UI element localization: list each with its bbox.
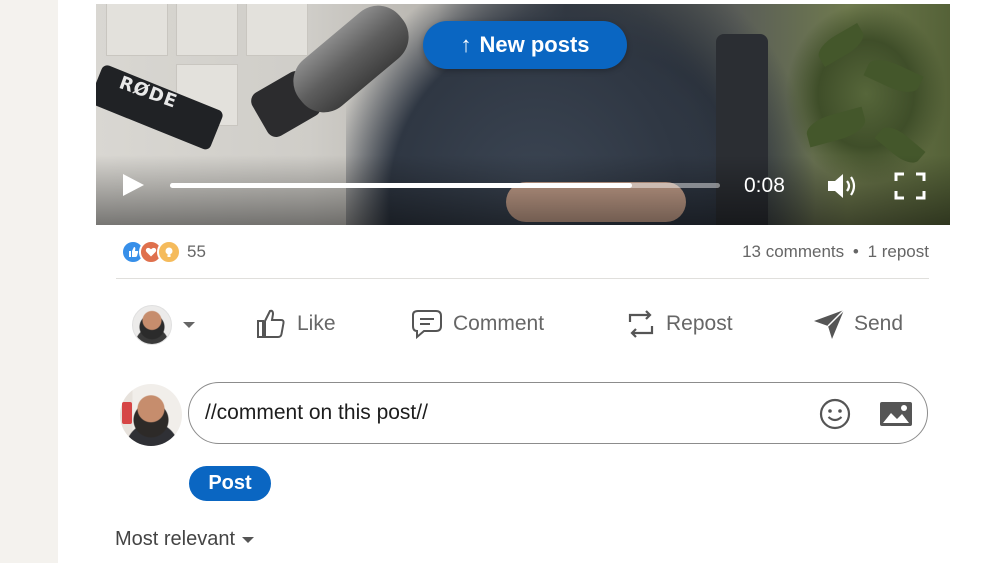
reactions-summary[interactable]: 55 — [121, 240, 206, 264]
sort-dropdown[interactable]: Most relevant — [115, 528, 255, 551]
caret-down-icon — [183, 322, 195, 328]
play-button[interactable] — [120, 172, 146, 198]
caret-down-icon — [242, 536, 255, 543]
reaction-count: 55 — [187, 242, 206, 261]
insightful-icon — [157, 240, 181, 264]
comment-input-value: //comment on this post// — [205, 401, 428, 424]
video-time: 0:08 — [744, 174, 785, 197]
avatar — [132, 305, 172, 345]
video-progress-bar[interactable] — [170, 183, 720, 188]
new-posts-button[interactable]: ↑ New posts — [423, 21, 627, 69]
post-button[interactable]: Post — [189, 466, 271, 501]
thumbs-up-icon — [257, 309, 285, 338]
comment-button[interactable]: Comment — [409, 305, 544, 343]
image-icon — [880, 402, 912, 426]
divider — [116, 278, 929, 279]
repost-icon — [628, 310, 654, 338]
comment-label: Comment — [453, 312, 545, 335]
like-button[interactable]: Like — [253, 305, 336, 343]
volume-button[interactable] — [826, 172, 860, 200]
send-icon — [814, 309, 845, 339]
like-label: Like — [297, 312, 336, 335]
repost-label: Repost — [666, 312, 733, 335]
volume-icon — [828, 174, 856, 198]
commenter-avatar[interactable] — [120, 384, 182, 446]
actor-switcher[interactable] — [132, 305, 196, 345]
add-image-button[interactable] — [878, 399, 914, 429]
wall-panel — [246, 4, 308, 56]
fullscreen-icon — [894, 172, 926, 200]
sort-label: Most relevant — [115, 528, 236, 550]
speech-bubble-icon — [412, 310, 442, 340]
arrow-up-icon: ↑ — [460, 32, 472, 57]
new-posts-label: New posts — [479, 32, 590, 57]
emoji-button[interactable] — [818, 397, 852, 431]
reposts-count-link[interactable]: 1 repost — [868, 242, 929, 261]
separator: • — [852, 242, 859, 261]
avatar-badge — [122, 402, 132, 424]
smiley-icon — [819, 398, 851, 430]
video-progress-fill — [170, 183, 632, 188]
comment-input[interactable]: //comment on this post// — [188, 382, 928, 444]
video-controls-shade — [96, 155, 950, 225]
repost-button[interactable]: Repost — [624, 305, 733, 343]
wall-panel — [106, 4, 168, 56]
send-button[interactable]: Send — [812, 305, 903, 343]
comments-count-link[interactable]: 13 comments — [742, 242, 844, 261]
left-gutter — [0, 0, 58, 563]
play-icon — [123, 174, 144, 196]
social-counts: 13 comments • 1 repost — [742, 242, 929, 262]
fullscreen-button[interactable] — [894, 172, 926, 200]
wall-panel — [176, 4, 238, 56]
send-label: Send — [854, 312, 904, 335]
